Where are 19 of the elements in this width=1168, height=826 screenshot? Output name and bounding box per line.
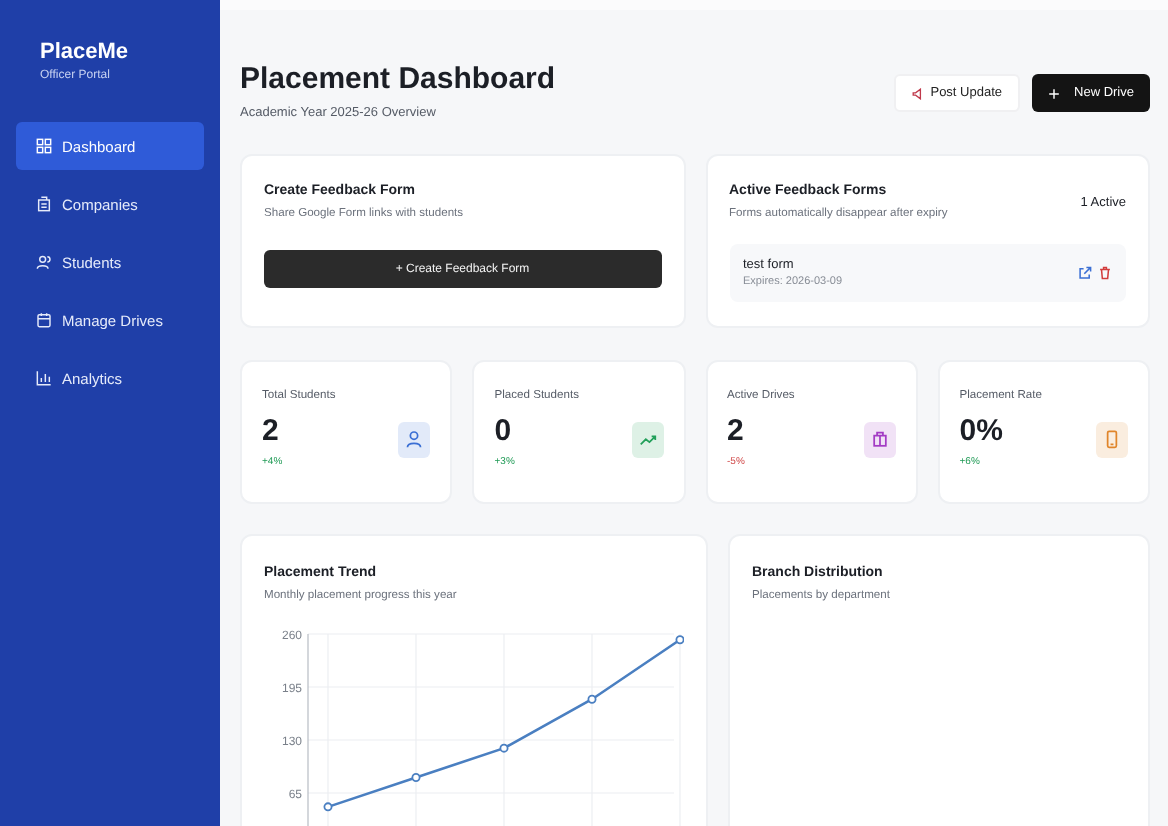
trash-icon[interactable] <box>1098 266 1112 280</box>
chart-icon <box>36 370 52 386</box>
stat-value: 0% <box>959 414 1005 448</box>
data-point <box>411 773 421 782</box>
calendar-icon <box>36 312 52 328</box>
brand-name: PlaceMe <box>38 40 131 64</box>
grid-icon <box>36 138 52 154</box>
stat-value: 0 <box>494 414 514 448</box>
plus-icon <box>1048 87 1061 99</box>
data-point <box>323 802 333 812</box>
data-point <box>587 694 597 704</box>
data-point <box>499 743 509 753</box>
stat-value: 2 <box>262 414 281 448</box>
data-point <box>675 635 684 645</box>
external-link-icon[interactable] <box>1078 266 1092 280</box>
megaphone-icon <box>912 87 925 99</box>
people-icon <box>36 254 52 270</box>
stat-value: 2 <box>727 414 746 448</box>
page-title: Placement Dashboard <box>240 62 556 96</box>
